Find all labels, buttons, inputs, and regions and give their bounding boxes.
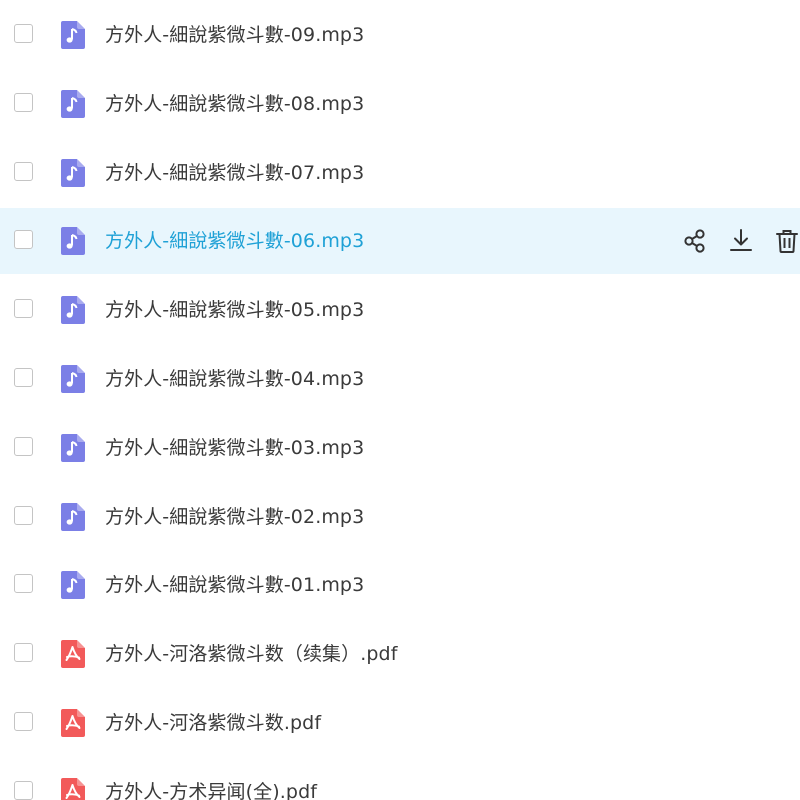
file-row[interactable]: 方外人-細說紫微斗數-05.mp3 <box>0 277 800 343</box>
file-name[interactable]: 方外人-河洛紫微斗数（续集）.pdf <box>105 641 398 667</box>
trash-icon <box>772 226 800 256</box>
row-actions <box>660 226 800 256</box>
delete-button[interactable] <box>772 226 800 256</box>
pdf-icon <box>57 708 87 738</box>
share-icon <box>680 226 710 256</box>
file-row[interactable]: 方外人-細說紫微斗數-06.mp3 <box>0 208 800 275</box>
select-checkbox[interactable] <box>14 574 33 594</box>
download-button[interactable] <box>726 226 756 256</box>
file-name[interactable]: 方外人-細說紫微斗數-09.mp3 <box>105 22 364 48</box>
select-checkbox[interactable] <box>14 24 33 43</box>
select-checkbox[interactable] <box>14 299 33 319</box>
pdf-icon <box>57 639 87 669</box>
music-note-icon <box>57 433 87 463</box>
music-note-icon <box>57 226 87 256</box>
file-name[interactable]: 方外人-細說紫微斗數-05.mp3 <box>105 297 364 323</box>
select-checkbox[interactable] <box>14 92 33 112</box>
select-checkbox[interactable] <box>14 643 33 663</box>
select-checkbox[interactable] <box>14 230 33 250</box>
file-name[interactable]: 方外人-細說紫微斗數-07.mp3 <box>105 160 364 186</box>
file-row[interactable]: 方外人-細說紫微斗數-01.mp3 <box>0 552 800 618</box>
select-checkbox[interactable] <box>14 780 33 800</box>
select-checkbox[interactable] <box>14 505 33 525</box>
share-button[interactable] <box>680 226 710 256</box>
file-row[interactable]: 方外人-細說紫微斗數-02.mp3 <box>0 484 800 550</box>
file-row[interactable]: 方外人-細說紫微斗數-08.mp3 <box>0 71 800 137</box>
file-row[interactable]: 方外人-細說紫微斗數-03.mp3 <box>0 415 800 481</box>
file-row[interactable]: 方外人-細說紫微斗數-09.mp3 <box>0 2 800 68</box>
select-checkbox[interactable] <box>14 436 33 456</box>
file-name[interactable]: 方外人-河洛紫微斗数.pdf <box>105 710 321 736</box>
file-name[interactable]: 方外人-細說紫微斗數-06.mp3 <box>105 228 364 254</box>
file-list: 方外人-細說紫微斗數-09.mp3 方外人-細說紫微斗數-08.mp3 方外人-細說… <box>0 0 800 800</box>
music-note-icon <box>57 570 87 600</box>
file-name[interactable]: 方外人-細說紫微斗數-08.mp3 <box>105 91 364 117</box>
file-row[interactable]: 方外人-細說紫微斗數-04.mp3 <box>0 346 800 412</box>
file-name[interactable]: 方外人-方术异闻(全).pdf <box>105 779 317 800</box>
file-name[interactable]: 方外人-細說紫微斗數-04.mp3 <box>105 366 364 392</box>
file-name[interactable]: 方外人-細說紫微斗數-02.mp3 <box>105 504 364 530</box>
music-note-icon <box>57 20 87 50</box>
file-row[interactable]: 方外人-細說紫微斗數-07.mp3 <box>0 140 800 206</box>
music-note-icon <box>57 364 87 394</box>
music-note-icon <box>57 158 87 188</box>
music-note-icon <box>57 502 87 532</box>
file-row[interactable]: 方外人-河洛紫微斗数.pdf <box>0 690 800 756</box>
select-checkbox[interactable] <box>14 712 33 731</box>
file-row[interactable]: 方外人-河洛紫微斗数（续集）.pdf <box>0 621 800 687</box>
file-name[interactable]: 方外人-細說紫微斗數-03.mp3 <box>105 435 364 461</box>
file-name[interactable]: 方外人-細說紫微斗數-01.mp3 <box>105 572 364 598</box>
file-row[interactable]: 方外人-方术异闻(全).pdf <box>0 759 800 800</box>
select-checkbox[interactable] <box>14 161 33 181</box>
select-checkbox[interactable] <box>14 368 33 387</box>
music-note-icon <box>57 295 87 325</box>
pdf-icon <box>57 777 87 800</box>
music-note-icon <box>57 89 87 119</box>
download-icon <box>726 226 756 256</box>
